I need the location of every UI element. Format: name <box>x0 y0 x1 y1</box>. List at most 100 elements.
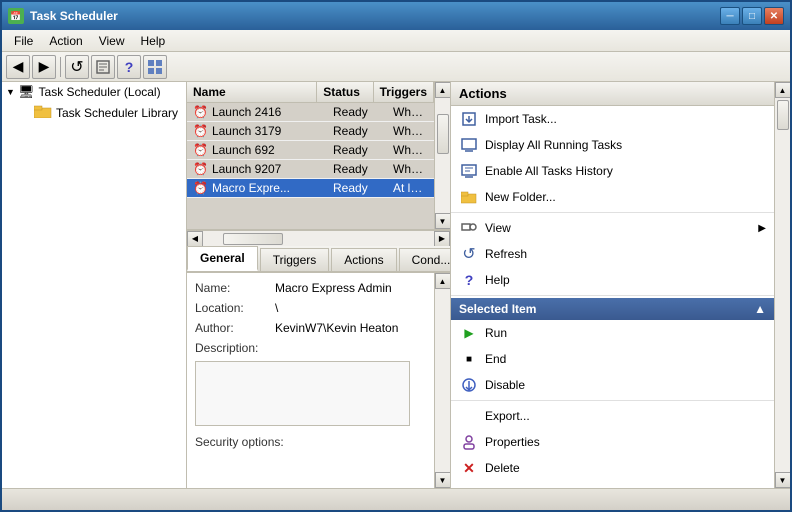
task-status-3: Ready <box>327 141 387 159</box>
action-label-disable: Disable <box>485 378 525 392</box>
menu-view[interactable]: View <box>91 32 133 50</box>
scroll-down-arrow[interactable]: ▼ <box>435 213 451 229</box>
tab-general[interactable]: General <box>187 246 258 271</box>
close-button[interactable]: ✕ <box>764 7 784 25</box>
task-name-3: Launch 692 <box>212 143 275 157</box>
task-trigger-5: At log on of... <box>387 179 434 197</box>
task-list-header: Name Status Triggers <box>187 82 434 103</box>
menu-action[interactable]: Action <box>41 32 90 50</box>
computer-icon: 🖥 <box>18 84 35 100</box>
actions-scroll-thumb[interactable] <box>777 100 789 130</box>
forward-button[interactable]: ▶ <box>32 55 56 79</box>
task-row[interactable]: ⏰ Launch 692 Ready When the ta... <box>187 141 434 160</box>
selected-item-label: Selected Item <box>459 302 536 316</box>
menu-help[interactable]: Help <box>133 32 174 50</box>
properties-button[interactable] <box>91 55 115 79</box>
extra-button[interactable] <box>143 55 167 79</box>
action-disable[interactable]: Disable <box>451 372 774 398</box>
action-label-history: Enable All Tasks History <box>485 164 613 178</box>
task-list-scrollbar[interactable]: ▲ ▼ <box>434 82 450 229</box>
back-button[interactable]: ◀ <box>6 55 30 79</box>
detail-location-row: Location: \ <box>195 301 426 315</box>
export-icon <box>459 406 479 426</box>
action-export[interactable]: Export... <box>451 403 774 429</box>
actions-panel: Actions Import Task... Display All Runni… <box>450 82 790 488</box>
history-icon <box>459 161 479 181</box>
action-delete[interactable]: ✕ Delete <box>451 455 774 481</box>
detail-security-row: Security options: <box>195 435 426 449</box>
import-icon <box>459 109 479 129</box>
detail-scrollbar[interactable]: ▲ ▼ <box>434 273 450 488</box>
tab-triggers[interactable]: Triggers <box>260 248 330 271</box>
collapse-arrow: ▲ <box>754 302 766 316</box>
scroll-up-arrow[interactable]: ▲ <box>435 82 451 98</box>
col-triggers[interactable]: Triggers <box>374 82 434 102</box>
location-value: \ <box>275 301 426 315</box>
hscroll-left-arrow[interactable]: ◀ <box>187 231 203 247</box>
task-row[interactable]: ⏰ Launch 3179 Ready When the ta... <box>187 122 434 141</box>
disable-icon <box>459 375 479 395</box>
action-run[interactable]: ▶ Run <box>451 320 774 346</box>
action-sep-3 <box>451 400 774 401</box>
actions-scroll-up[interactable]: ▲ <box>775 82 791 98</box>
action-properties[interactable]: Properties <box>451 429 774 455</box>
task-trigger-3: When the ta... <box>387 141 434 159</box>
actions-header: Actions <box>451 82 774 106</box>
task-row-selected[interactable]: ⏰ Macro Expre... Ready At log on of... <box>187 179 434 198</box>
action-view[interactable]: View ▶ <box>451 215 774 241</box>
minimize-button[interactable]: ─ <box>720 7 740 25</box>
action-sep-2 <box>451 295 774 296</box>
tree-panel: ▼ 🖥 Task Scheduler (Local) Task Schedule… <box>2 82 187 488</box>
window-title: Task Scheduler <box>30 9 118 23</box>
action-refresh[interactable]: ↺ Refresh <box>451 241 774 267</box>
menu-bar: File Action View Help <box>2 30 790 52</box>
description-textarea[interactable] <box>195 361 410 426</box>
tree-item-library[interactable]: Task Scheduler Library <box>2 102 186 123</box>
security-label: Security options: <box>195 435 426 449</box>
action-help-selected[interactable]: ? Help <box>451 481 774 488</box>
title-bar: 📅 Task Scheduler ─ □ ✕ <box>2 2 790 30</box>
action-enable-history[interactable]: Enable All Tasks History <box>451 158 774 184</box>
selected-item-section[interactable]: Selected Item ▲ <box>451 298 774 320</box>
action-import-task[interactable]: Import Task... <box>451 106 774 132</box>
toolbar-sep-1 <box>60 57 61 77</box>
task-row[interactable]: ⏰ Launch 9207 Ready When the ta... <box>187 160 434 179</box>
action-display-running[interactable]: Display All Running Tasks <box>451 132 774 158</box>
col-status[interactable]: Status <box>317 82 373 102</box>
hscroll-thumb[interactable] <box>223 233 283 245</box>
name-value: Macro Express Admin <box>275 281 426 295</box>
refresh-button[interactable]: ↺ <box>65 55 89 79</box>
action-label-new-folder: New Folder... <box>485 190 556 204</box>
task-icon-2: ⏰ <box>193 124 208 138</box>
tab-actions[interactable]: Actions <box>331 248 396 271</box>
col-name[interactable]: Name <box>187 82 317 102</box>
action-end[interactable]: ■ End <box>451 346 774 372</box>
expand-icon: ▼ <box>6 87 18 97</box>
help-button[interactable]: ? <box>117 55 141 79</box>
task-icon-4: ⏰ <box>193 162 208 176</box>
center-panel: Name Status Triggers ⏰ Launch 2416 Ready… <box>187 82 450 488</box>
task-row[interactable]: ⏰ Launch 2416 Ready When the ta... <box>187 103 434 122</box>
actions-scroll-down[interactable]: ▼ <box>775 472 791 488</box>
action-help-main[interactable]: ? Help <box>451 267 774 293</box>
tree-label-library: Task Scheduler Library <box>56 106 178 120</box>
task-trigger-4: When the ta... <box>387 160 434 178</box>
actions-scrollbar[interactable]: ▲ ▼ <box>774 82 790 488</box>
detail-scroll-down[interactable]: ▼ <box>435 472 451 488</box>
action-label-end: End <box>485 352 506 366</box>
action-new-folder[interactable]: New Folder... <box>451 184 774 210</box>
hscroll-track[interactable] <box>203 231 434 246</box>
tab-conditions[interactable]: Cond... <box>399 248 450 271</box>
tab-bar: General Triggers Actions Cond... ► <box>187 246 450 273</box>
task-list-hscroll[interactable]: ◀ ▶ <box>187 230 450 246</box>
scroll-thumb[interactable] <box>437 114 449 154</box>
detail-desc-row: Description: <box>195 341 426 355</box>
detail-author-row: Author: KevinW7\Kevin Heaton <box>195 321 426 335</box>
maximize-button[interactable]: □ <box>742 7 762 25</box>
view-icon <box>459 218 479 238</box>
detail-scroll-up[interactable]: ▲ <box>435 273 451 289</box>
menu-file[interactable]: File <box>6 32 41 50</box>
hscroll-right-arrow[interactable]: ▶ <box>434 231 450 247</box>
refresh-icon-action: ↺ <box>459 244 479 264</box>
tree-item-local[interactable]: ▼ 🖥 Task Scheduler (Local) <box>2 82 186 102</box>
